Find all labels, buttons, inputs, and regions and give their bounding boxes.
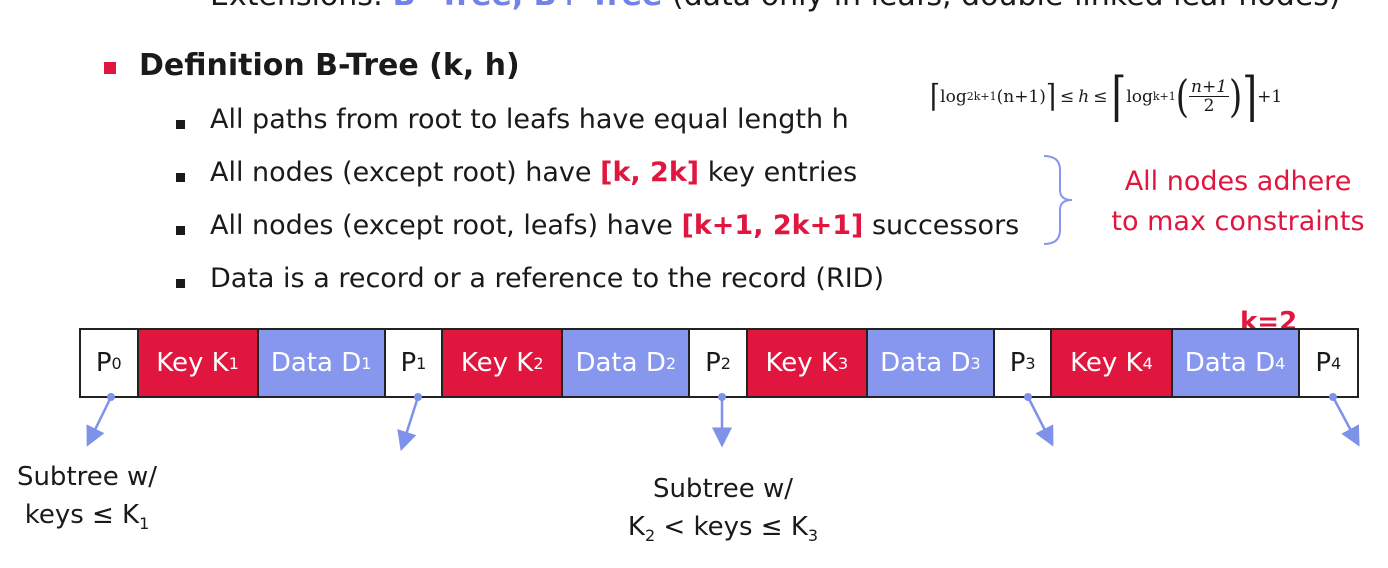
subtree-mid-label: Subtree w/ K2 < keys ≤ K3 xyxy=(627,474,819,545)
subtree-left-label: Subtree w/ keys ≤ K1 xyxy=(16,462,158,533)
arrow-p0 xyxy=(86,393,115,447)
arrow-p2 xyxy=(712,393,732,448)
arrow-p1 xyxy=(397,393,422,452)
arrow-p4 xyxy=(1329,393,1360,447)
arrow-p3 xyxy=(1024,393,1054,447)
